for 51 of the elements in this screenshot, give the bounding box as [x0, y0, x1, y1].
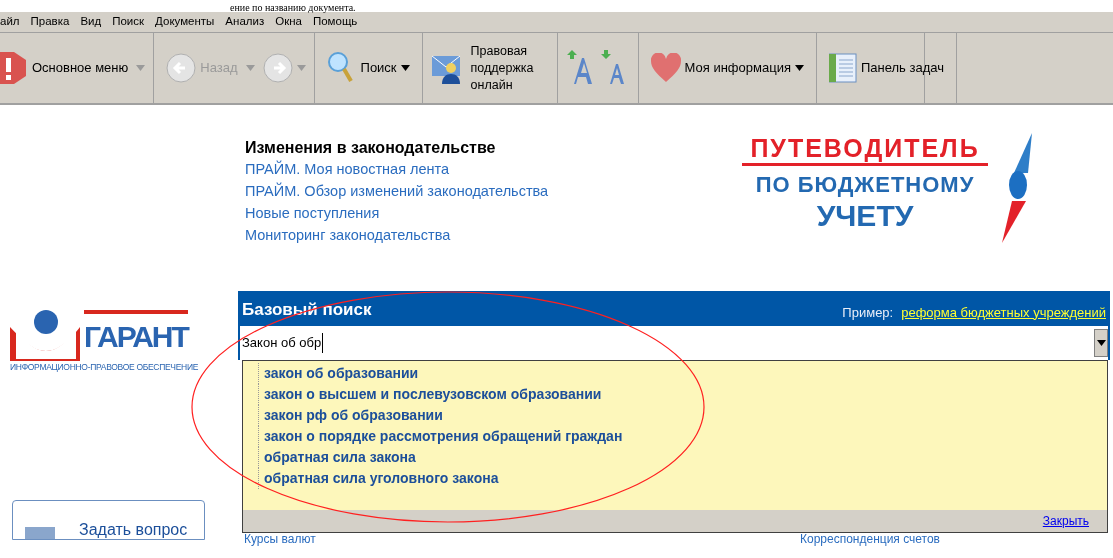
news-link[interactable]: Мониторинг законодательства [245, 224, 740, 246]
accounts-link[interactable]: Корреспонденция счетов [800, 533, 940, 546]
caret-icon [400, 65, 410, 71]
caret-icon [136, 65, 146, 71]
suggestion-item[interactable]: закон об образовании [258, 363, 419, 384]
menu-item[interactable]: Документы [155, 13, 215, 31]
suggestion-item[interactable]: закон о высшем и послевузовском образовании [258, 384, 602, 405]
magnifier-icon [326, 51, 353, 85]
caret-icon [296, 65, 306, 71]
caret-icon [1096, 340, 1106, 346]
ask-question-card[interactable]: Задать вопрос [12, 499, 205, 540]
search-field[interactable]: Закон об обр [238, 326, 1110, 360]
news-link[interactable]: Новые поступления [245, 202, 740, 224]
suggestion-item[interactable]: закон рф об образовании [258, 405, 443, 426]
menu-item[interactable]: Анализ [225, 13, 265, 31]
example-link[interactable]: реформа бюджетных учреждений [901, 302, 1106, 322]
task-panel-button[interactable]: Панель задач [860, 58, 944, 78]
example-label: Пример: [842, 303, 894, 322]
search-button[interactable]: Поиск [360, 58, 410, 78]
currency-rates-link[interactable]: Курсы валют [244, 533, 316, 546]
section-title: Изменения в законодательстве [245, 138, 497, 158]
main-menu-button[interactable]: Основное меню [32, 58, 146, 78]
menu-item[interactable]: Вид [80, 13, 102, 31]
news-link[interactable]: ПРАЙМ. Моя новостная лента [245, 158, 740, 180]
garant-tagline: ИНФОРМАЦИОННО-ПРАВОВОЕ ОБЕСПЕЧЕНИЕ [10, 361, 200, 374]
suggestion-item[interactable]: закон о порядке рассмотрения обращений граждан [258, 426, 623, 447]
guide-logo-title: ПУТЕВОДИТЕЛЬ [742, 133, 988, 166]
legal-support-button[interactable]: Правовая поддержка онлайн [470, 42, 549, 94]
search-title: Базовый поиск [242, 298, 372, 321]
ask-question-label: Задать вопрос [79, 520, 188, 539]
menu-item[interactable]: Окна [275, 13, 302, 31]
my-info-button[interactable]: Моя информация [684, 58, 804, 78]
menu-item[interactable]: айл [0, 13, 20, 31]
caret-icon [794, 65, 804, 71]
panel-icon [828, 53, 857, 83]
garant-logo-wordmark: ГАРАНТ [84, 310, 188, 360]
menu-item[interactable]: Правка [30, 13, 70, 31]
guide-logo-subtitle: ПО БЮДЖЕТНОМУ [755, 171, 975, 199]
heart-icon [650, 53, 681, 83]
menu-item[interactable]: Поиск [112, 13, 145, 31]
garant-emblem-icon [10, 309, 80, 361]
guide-logo-subtitle: УЧЕТУ [816, 200, 914, 232]
search-value: Закон об обр [240, 333, 324, 353]
document-caption: ение по названию документа. [230, 2, 356, 13]
suggestion-item[interactable]: обратная сила уголовного закона [258, 468, 499, 489]
news-link[interactable]: ПРАЙМ. Обзор изменений законодательства [245, 180, 740, 202]
dropdown-button[interactable] [1094, 329, 1108, 357]
menu-item[interactable]: Помощь [312, 13, 358, 31]
suggestion-item[interactable]: обратная сила закона [258, 447, 416, 468]
close-link[interactable]: Закрыть [1042, 512, 1089, 530]
caret-icon [245, 65, 255, 71]
